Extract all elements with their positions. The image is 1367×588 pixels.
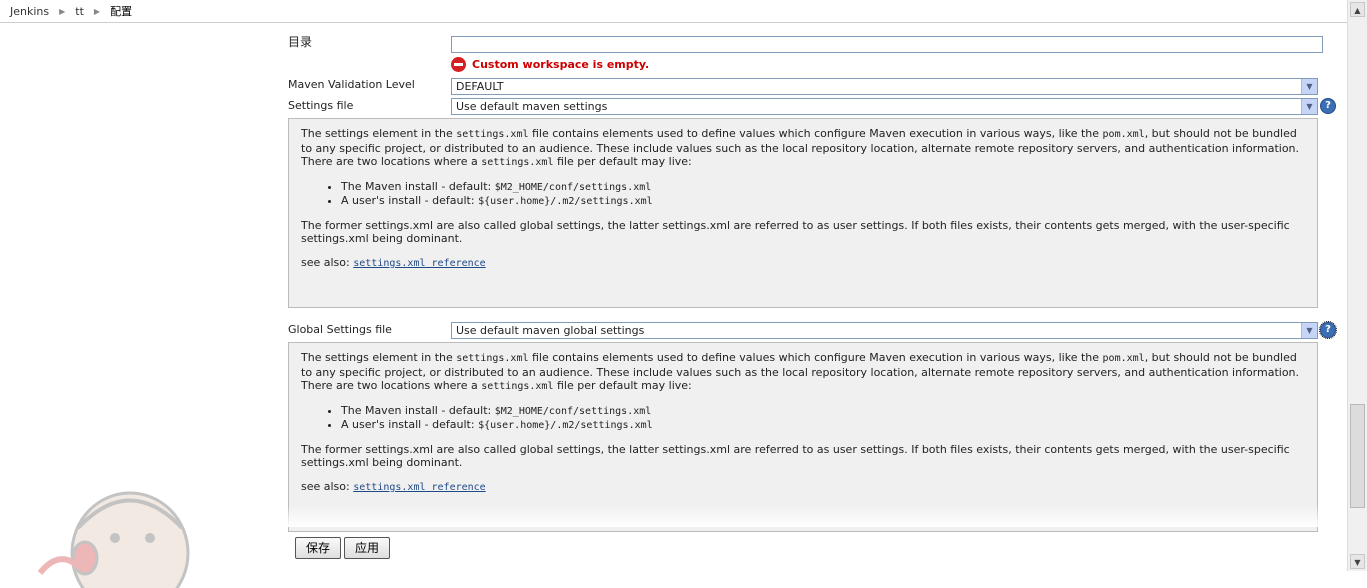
error-icon [451, 57, 466, 72]
chevron-down-icon[interactable]: ▼ [1301, 323, 1317, 338]
workspace-label: 目录 [288, 35, 313, 49]
maven-validation-select[interactable]: DEFAULT ▼ [451, 78, 1318, 95]
vertical-scrollbar[interactable]: ▲ ▼ [1347, 0, 1367, 571]
list-item: A user's install - default: ${user.home}… [341, 194, 1305, 209]
global-settings-select[interactable]: Use default maven global settings ▼ [451, 322, 1318, 339]
apply-button[interactable]: 应用 [344, 537, 391, 559]
chevron-down-icon[interactable]: ▼ [1301, 79, 1317, 94]
list-item: The Maven install - default: $M2_HOME/co… [341, 180, 1305, 195]
breadcrumb-jenkins[interactable]: Jenkins [0, 5, 59, 18]
scroll-up-icon[interactable]: ▲ [1350, 2, 1365, 17]
scroll-thumb[interactable] [1350, 404, 1365, 508]
settings-reference-link[interactable]: settings.xml reference [353, 258, 485, 269]
breadcrumb: Jenkins ▶ tt ▶ 配置 [0, 0, 1347, 23]
save-button[interactable]: 保存 [295, 537, 342, 559]
global-settings-value: Use default maven global settings [456, 324, 645, 337]
list-item: The Maven install - default: $M2_HOME/co… [341, 404, 1305, 419]
workspace-error-text: Custom workspace is empty. [472, 58, 650, 71]
scroll-down-icon[interactable]: ▼ [1350, 554, 1365, 569]
help-icon[interactable]: ? [1320, 98, 1336, 114]
breadcrumb-job[interactable]: tt [65, 5, 94, 18]
global-settings-help: The settings element in the settings.xml… [288, 342, 1318, 532]
global-settings-label: Global Settings file [288, 323, 392, 336]
maven-validation-label: Maven Validation Level [288, 78, 415, 91]
jenkins-butler-icon [30, 478, 220, 588]
help-fade [288, 505, 1318, 527]
settings-reference-link[interactable]: settings.xml reference [353, 482, 485, 493]
chevron-down-icon[interactable]: ▼ [1301, 99, 1317, 114]
settings-file-help: The settings element in the settings.xml… [288, 118, 1318, 308]
list-item: A user's install - default: ${user.home}… [341, 418, 1305, 433]
breadcrumb-configure[interactable]: 配置 [100, 3, 142, 19]
settings-file-label: Settings file [288, 99, 354, 112]
settings-file-value: Use default maven settings [456, 100, 608, 113]
workspace-input[interactable] [451, 36, 1323, 53]
workspace-error: Custom workspace is empty. [451, 57, 649, 72]
help-icon[interactable]: ? [1319, 321, 1337, 339]
maven-validation-value: DEFAULT [456, 80, 504, 93]
settings-file-select[interactable]: Use default maven settings ▼ [451, 98, 1318, 115]
